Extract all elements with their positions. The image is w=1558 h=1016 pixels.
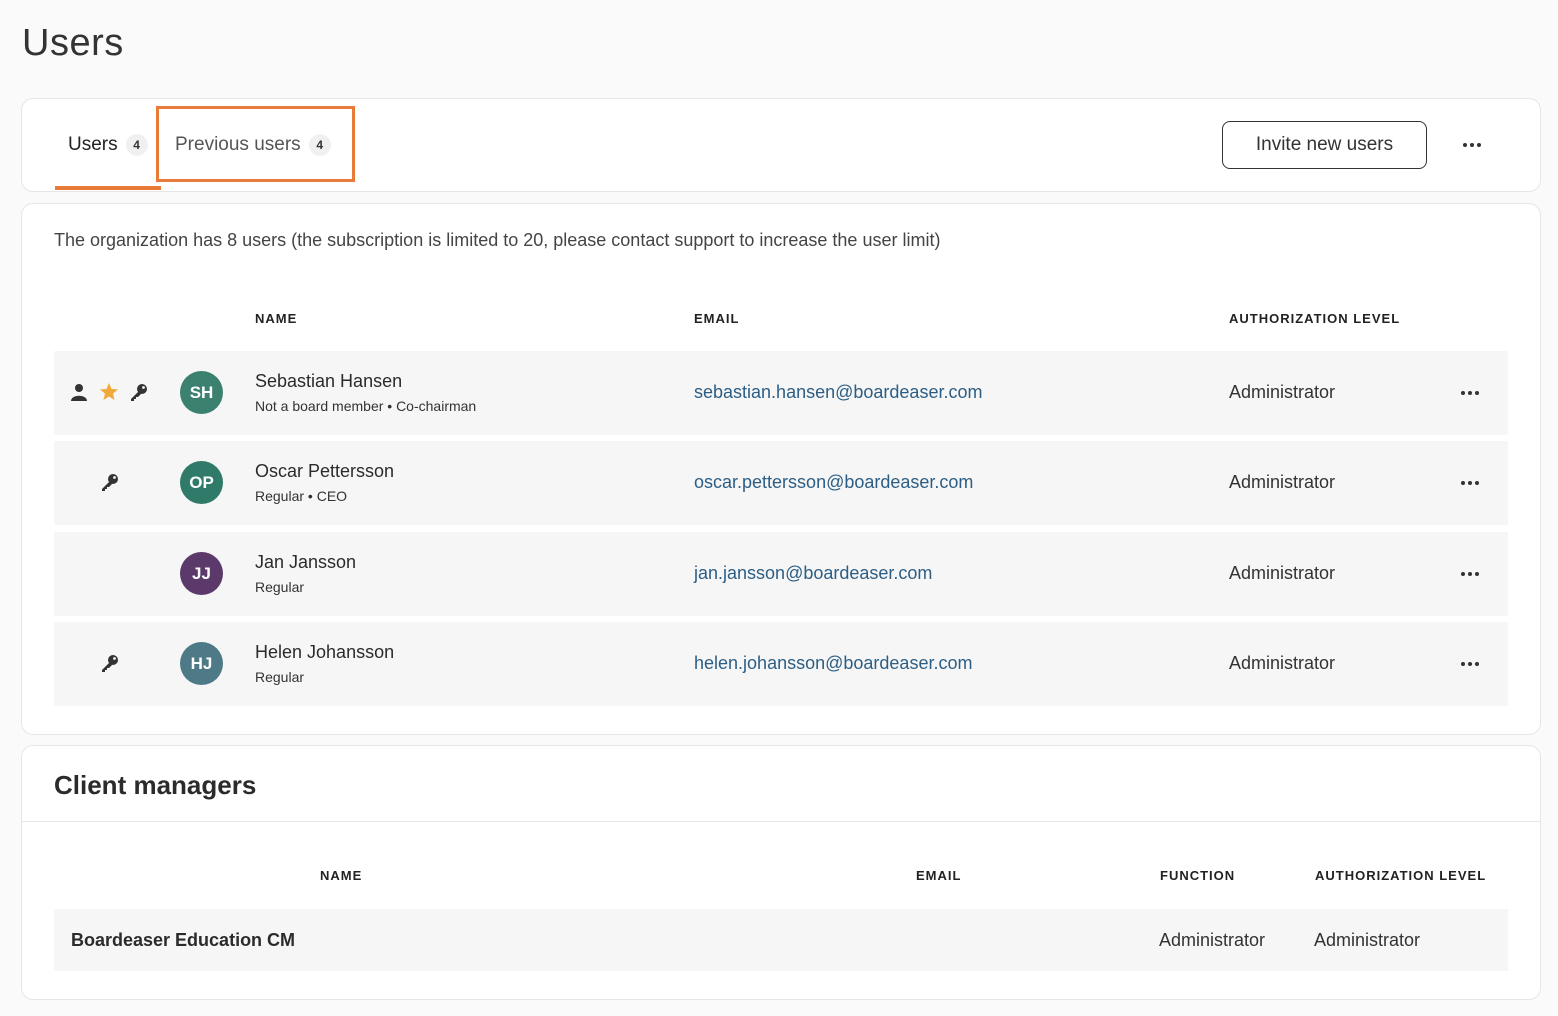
tab-previous-users[interactable]: Previous users 4 — [175, 99, 331, 191]
user-flags — [68, 381, 150, 403]
column-header-authorization: AUTHORIZATION LEVEL — [1315, 868, 1487, 883]
row-more-options-icon[interactable] — [1455, 562, 1485, 586]
table-row[interactable]: SH Sebastian Hansen Not a board member •… — [54, 351, 1508, 435]
column-header-name: NAME — [320, 868, 363, 883]
user-name: Sebastian Hansen — [255, 371, 403, 391]
page-title: Users — [22, 22, 124, 64]
table-row[interactable]: JJ Jan Jansson Regular jan.jansson@board… — [54, 532, 1508, 616]
column-header-authorization: AUTHORIZATION LEVEL — [1229, 311, 1401, 326]
tab-label: Users — [68, 134, 118, 155]
row-more-options-icon[interactable] — [1455, 381, 1485, 405]
column-header-function: FUNCTION — [1160, 868, 1236, 883]
person-icon — [68, 381, 90, 403]
client-manager-function: Administrator — [1159, 930, 1266, 950]
tab-count-badge: 4 — [125, 134, 148, 156]
authorization-level: Administrator — [1229, 472, 1336, 492]
user-email-link[interactable]: helen.johansson@boardeaser.com — [694, 653, 972, 674]
table-row[interactable]: Boardeaser Education CM Administrator Ad… — [54, 909, 1508, 971]
authorization-level: Administrator — [1229, 382, 1336, 402]
tab-label: Previous users — [175, 134, 301, 155]
more-options-icon[interactable] — [1457, 133, 1487, 157]
authorization-level: Administrator — [1229, 563, 1336, 583]
table-row[interactable]: OP Oscar Pettersson Regular • CEO oscar.… — [54, 441, 1508, 525]
row-more-options-icon[interactable] — [1455, 471, 1485, 495]
column-header-name: NAME — [255, 311, 298, 326]
avatar: OP — [180, 461, 223, 504]
column-header-email: EMAIL — [916, 868, 962, 883]
user-role: Regular — [255, 579, 305, 595]
section-title: Client managers — [54, 770, 257, 800]
user-limit-note: The organization has 8 users (the subscr… — [54, 230, 941, 250]
users-panel: The organization has 8 users (the subscr… — [21, 203, 1541, 735]
table-row[interactable]: HJ Helen Johansson Regular helen.johanss… — [54, 622, 1508, 706]
user-email-link[interactable]: oscar.pettersson@boardeaser.com — [694, 472, 973, 493]
tabs-bar: Users 4 Previous users 4 Invite new user… — [21, 98, 1541, 192]
key-icon — [99, 652, 121, 674]
tab-count-badge: 4 — [308, 134, 331, 156]
user-flags — [99, 652, 121, 674]
key-icon — [128, 381, 150, 403]
row-more-options-icon[interactable] — [1455, 652, 1485, 676]
client-managers-panel: Client managers NAME EMAIL FUNCTION AUTH… — [21, 745, 1541, 1000]
client-manager-name: Boardeaser Education CM — [71, 930, 296, 950]
user-name: Jan Jansson — [255, 552, 357, 572]
column-header-email: EMAIL — [694, 311, 740, 326]
user-role: Regular — [255, 669, 305, 685]
key-icon — [99, 471, 121, 493]
user-email-link[interactable]: jan.jansson@boardeaser.com — [694, 563, 932, 584]
avatar: SH — [180, 371, 223, 414]
user-name: Helen Johansson — [255, 642, 395, 662]
tab-users[interactable]: Users 4 — [68, 99, 148, 191]
user-flags — [99, 471, 121, 493]
invite-new-users-button[interactable]: Invite new users — [1222, 121, 1427, 169]
user-name: Oscar Pettersson — [255, 461, 395, 481]
avatar: JJ — [180, 552, 223, 595]
authorization-level: Administrator — [1314, 930, 1421, 950]
divider — [22, 821, 1540, 822]
avatar: HJ — [180, 642, 223, 685]
active-tab-indicator — [55, 186, 161, 190]
authorization-level: Administrator — [1229, 653, 1336, 673]
user-email-link[interactable]: sebastian.hansen@boardeaser.com — [694, 382, 982, 403]
user-role: Regular • CEO — [255, 488, 348, 504]
star-icon — [98, 381, 120, 403]
user-role: Not a board member • Co-chairman — [255, 398, 477, 414]
